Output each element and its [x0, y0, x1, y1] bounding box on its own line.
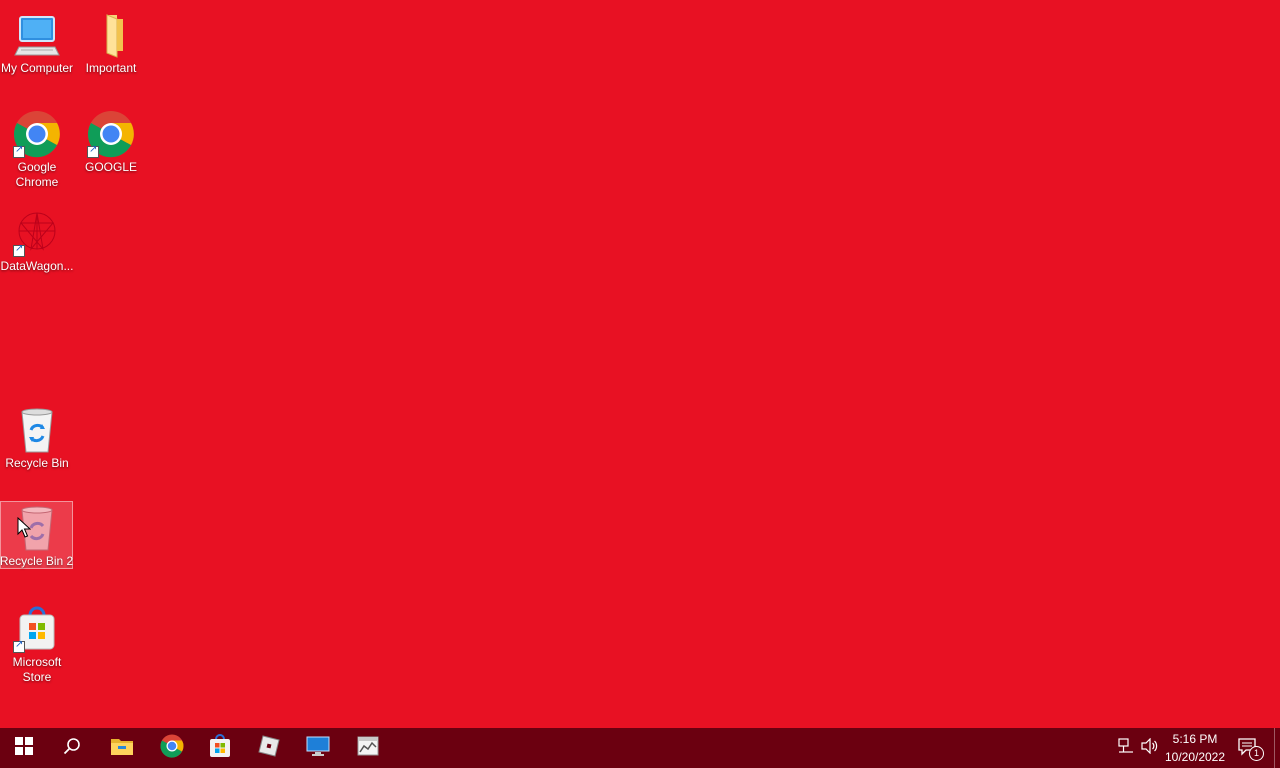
roblox-icon [257, 734, 281, 763]
search-icon [63, 737, 81, 760]
clock-time: 5:16 PM [1172, 732, 1218, 746]
notification-icon: 1 [1238, 738, 1264, 761]
shortcut-arrow-icon [13, 243, 25, 257]
desktop-icon-my-computer[interactable]: My Computer [1, 5, 73, 97]
shortcut-arrow-icon [87, 144, 99, 158]
desktop-icon-label: DataWagon... [0, 259, 74, 273]
desktop-icon-datawagon[interactable]: DataWagon... [1, 203, 73, 295]
search-button[interactable] [48, 728, 96, 768]
microsoft-store-icon [208, 733, 232, 763]
microsoft-store-icon [13, 605, 61, 653]
desktop-icon-google[interactable]: GOOGLE [75, 104, 147, 196]
mouse-cursor-icon [17, 516, 32, 544]
volume-icon [1141, 737, 1159, 759]
shortcut-arrow-icon [13, 144, 25, 158]
computer-icon [13, 11, 61, 59]
taskbar-microsoft-store[interactable] [196, 728, 244, 768]
datawagon-icon [13, 209, 61, 257]
taskbar-remote-desktop[interactable] [294, 728, 342, 768]
start-button[interactable] [0, 728, 48, 768]
folder-icon [87, 11, 135, 59]
desktop-icon-google-chrome[interactable]: Google Chrome [1, 104, 73, 196]
shortcut-arrow-icon [13, 639, 25, 653]
network-icon [1117, 737, 1135, 759]
recycle-bin-icon [13, 406, 61, 454]
chrome-icon [87, 110, 135, 158]
notification-count-badge: 1 [1249, 746, 1264, 761]
taskbar-chrome[interactable] [148, 728, 196, 768]
volume-button[interactable] [1139, 728, 1161, 768]
desktop-icon-label: Important [85, 61, 137, 75]
desktop-icon-recycle-bin[interactable]: Recycle Bin [1, 400, 73, 492]
taskbar-app[interactable] [344, 728, 392, 768]
notification-center-button[interactable]: 1 [1234, 728, 1264, 768]
desktop-icon-important[interactable]: Important [75, 5, 147, 97]
network-button[interactable] [1114, 728, 1138, 768]
chart-app-icon [356, 734, 380, 763]
desktop-icon-microsoft-store[interactable]: Microsoft Store [1, 599, 73, 691]
show-desktop-button[interactable] [1274, 728, 1280, 768]
desktop-icon-label: Microsoft Store [12, 655, 62, 684]
desktop[interactable]: My Computer Important Google Chrome [0, 0, 1280, 728]
desktop-icon-label: My Computer [0, 61, 74, 75]
clock-date: 10/20/2022 [1164, 750, 1226, 764]
chrome-icon [13, 110, 61, 158]
windows-start-icon [15, 736, 33, 760]
chrome-icon [160, 734, 184, 763]
desktop-icon-label: GOOGLE [84, 160, 137, 174]
taskbar-roblox[interactable] [245, 728, 293, 768]
desktop-icon-label: Recycle Bin 2 [0, 554, 74, 568]
clock[interactable]: 5:16 PM 10/20/2022 [1160, 730, 1230, 766]
monitor-icon [306, 735, 330, 762]
desktop-icon-recycle-bin-2[interactable]: Recycle Bin 2 [0, 501, 73, 569]
desktop-icon-label: Google Chrome [15, 160, 59, 189]
taskbar-file-explorer[interactable] [98, 728, 146, 768]
taskbar: 5:16 PM 10/20/2022 1 [0, 728, 1280, 768]
desktop-icon-label: Recycle Bin [5, 456, 69, 470]
file-explorer-icon [110, 736, 134, 761]
